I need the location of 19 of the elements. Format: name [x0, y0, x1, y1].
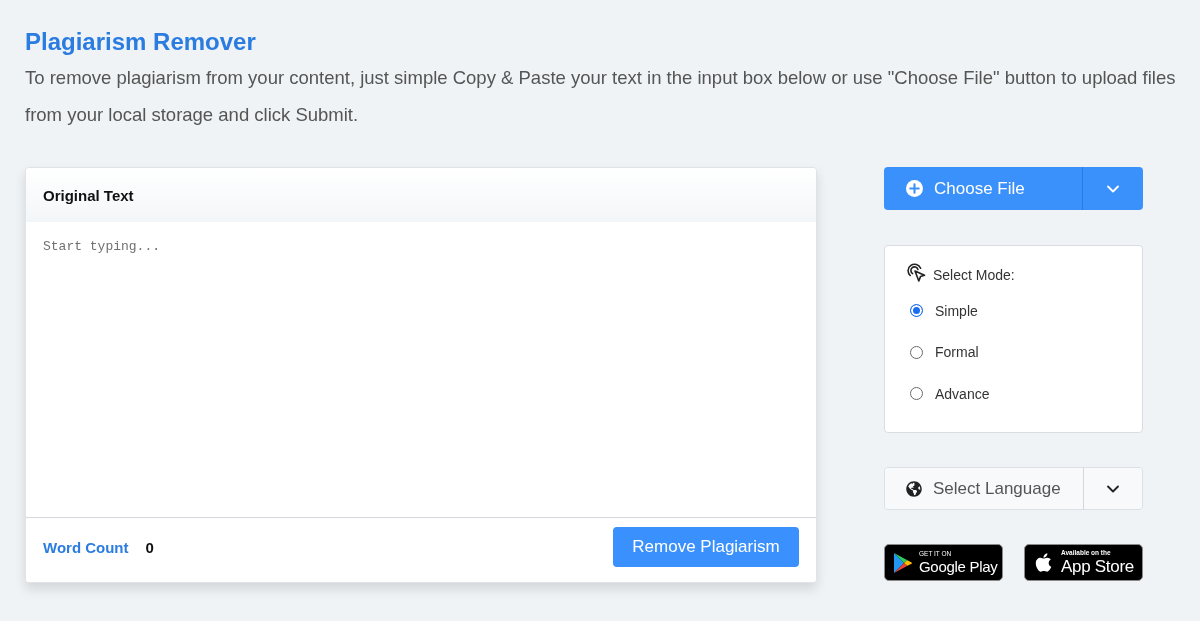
radio-label: Advance [935, 385, 990, 402]
radio-label: Formal [935, 344, 979, 361]
plus-circle-icon [906, 180, 923, 197]
radio-button[interactable] [910, 345, 923, 359]
select-language-button[interactable]: Select Language [885, 468, 1083, 509]
editor-heading: Original Text [43, 186, 134, 204]
word-count-value: 0 [145, 538, 154, 556]
text-input-area[interactable]: Start typing... [26, 222, 816, 518]
radio-button[interactable] [910, 387, 923, 401]
radio-button[interactable] [910, 304, 923, 318]
intro-paragraph: To remove plagiarism from your content, just simple Copy & Paste your text in the input box below or use "Choose File" button to upload files from your local storage and click Submit. [25, 66, 1177, 127]
globe-icon [906, 480, 922, 497]
radio-label: Simple [935, 302, 978, 319]
mode-label: Select Mode: [933, 267, 1015, 283]
page-title: Plagiarism Remover [25, 27, 256, 57]
word-count-label: Word Count [43, 538, 129, 556]
play-triangle-icon [893, 551, 912, 574]
apple-icon [1033, 552, 1054, 573]
pointer-click-icon [907, 263, 926, 283]
